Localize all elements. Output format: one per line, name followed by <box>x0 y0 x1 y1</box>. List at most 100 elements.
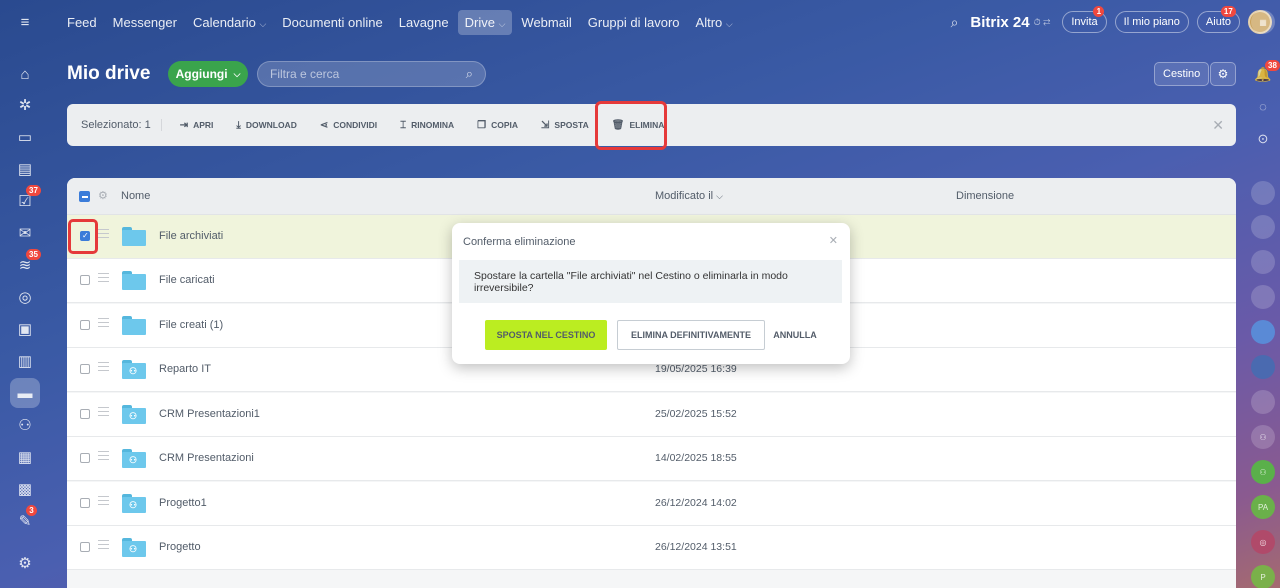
search-chat-icon[interactable]: ⊙ <box>1251 127 1275 151</box>
home-icon[interactable]: ⌂ <box>12 61 38 87</box>
file-name[interactable]: Reparto IT <box>159 363 211 375</box>
search-icon[interactable]: ⌕ <box>951 14 959 31</box>
file-name[interactable]: CRM Presentazioni <box>159 452 254 464</box>
todo-badge: 3 <box>26 505 37 516</box>
nav-drive[interactable]: Drive ⌵ <box>457 9 513 35</box>
cancel-button[interactable]: ANNULLA <box>770 320 820 350</box>
move-to-trash-button[interactable]: SPOSTA NEL CESTINO <box>485 320 607 350</box>
shared-folder-icon: ⚇ <box>122 405 146 424</box>
bell-icon[interactable]: 🔔 38 <box>1251 60 1280 86</box>
file-name[interactable]: File caricati <box>159 274 215 286</box>
table-row[interactable]: ⚇ CRM Presentazioni1 25/02/2025 15:52 <box>67 393 1236 437</box>
nav-feed[interactable]: Feed <box>60 10 104 35</box>
column-modified[interactable]: Modificato il ⌵ <box>655 190 723 202</box>
drag-handle-icon[interactable] <box>98 407 109 416</box>
select-all-checkbox[interactable] <box>79 191 90 202</box>
table-row[interactable]: ⚇ CRM Presentazioni 14/02/2025 18:55 <box>67 437 1236 481</box>
nav-calendar[interactable]: Calendario ⌵ <box>186 10 273 35</box>
row-checkbox[interactable] <box>80 320 90 330</box>
table-row[interactable]: ⚇ Progetto 26/12/2024 13:51 <box>67 526 1236 570</box>
drag-handle-icon[interactable] <box>98 362 109 371</box>
row-checkbox[interactable] <box>80 364 90 374</box>
contact-avatar[interactable] <box>1251 181 1275 205</box>
groups-icon[interactable]: ⚇ <box>12 412 38 438</box>
my-plan-button[interactable]: Il mio piano <box>1114 11 1189 33</box>
file-name[interactable]: File creati (1) <box>159 319 223 331</box>
row-checkbox[interactable] <box>80 453 90 463</box>
drag-handle-icon[interactable] <box>98 229 109 238</box>
help-button[interactable]: Aiuto 17 <box>1196 6 1240 33</box>
drag-handle-icon[interactable] <box>98 496 109 505</box>
contact-avatar[interactable] <box>1251 215 1275 239</box>
close-icon[interactable]: ✕ <box>829 234 838 247</box>
menu-icon[interactable]: ≡ <box>12 9 38 35</box>
chat-icon[interactable]: ▭ <box>12 124 38 150</box>
contact-avatar[interactable] <box>1251 250 1275 274</box>
file-name[interactable]: CRM Presentazioni1 <box>159 408 260 420</box>
download-action[interactable]: ⤓ DOWNLOAD <box>224 120 307 131</box>
booking-icon[interactable]: ▩ <box>12 476 38 502</box>
checkbox-highlight <box>68 219 98 254</box>
share-action[interactable]: ⋖ CONDIVIDI <box>308 120 388 131</box>
search-box[interactable]: ⌕ <box>257 61 486 87</box>
tasks-icon[interactable]: ☑ 37 <box>12 185 41 214</box>
table-row[interactable]: ⚇ Progetto1 26/12/2024 14:02 <box>67 482 1236 526</box>
column-name[interactable]: Nome <box>121 190 150 202</box>
search-input[interactable] <box>270 67 450 81</box>
contact-avatar[interactable] <box>1251 320 1275 344</box>
contact-avatar[interactable] <box>1251 355 1275 379</box>
file-name[interactable]: File archiviati <box>159 230 223 242</box>
open-action[interactable]: ⇥ APRI <box>168 120 225 131</box>
contact-avatar[interactable]: ◎ <box>1251 530 1275 554</box>
nav-boards[interactable]: Lavagne <box>392 10 456 35</box>
invite-button[interactable]: Invita 1 <box>1062 6 1107 33</box>
add-button[interactable]: Aggiungi ⌵ <box>168 61 248 87</box>
file-name[interactable]: Progetto <box>159 541 201 553</box>
app-icon[interactable]: ▦ <box>1251 10 1275 34</box>
knowledge-icon[interactable]: ▥ <box>12 348 38 374</box>
search-icon[interactable]: ⌕ <box>466 66 473 82</box>
drag-handle-icon[interactable] <box>98 540 109 549</box>
row-checkbox[interactable] <box>80 275 90 285</box>
nav-webmail[interactable]: Webmail <box>514 10 578 35</box>
row-checkbox[interactable] <box>80 498 90 508</box>
right-sidebar: ▦ 🔔 38 ◌ ⊙ ⚇ ⚇ PA ◎ P <box>1246 0 1280 588</box>
calendar-icon[interactable]: ▣ <box>12 316 38 342</box>
drag-handle-icon[interactable] <box>98 451 109 460</box>
drive-icon[interactable]: ▬ <box>10 378 40 408</box>
sites-icon[interactable]: ▦ <box>12 444 38 470</box>
copilot-icon[interactable]: ✲ <box>12 92 38 118</box>
contact-avatar[interactable] <box>1251 390 1275 414</box>
crm-icon[interactable]: ◎ <box>12 284 38 310</box>
delete-permanently-button[interactable]: ELIMINA DEFINITIVAMENTE <box>617 320 765 350</box>
mail-icon[interactable]: ✉ <box>12 220 38 246</box>
contact-avatar[interactable] <box>1251 285 1275 309</box>
copilot-icon[interactable]: ◌ <box>1251 94 1275 118</box>
row-checkbox[interactable] <box>80 542 90 552</box>
documents-icon[interactable]: ▤ <box>12 156 38 182</box>
group-avatar[interactable]: ⚇ <box>1251 460 1275 484</box>
drag-handle-icon[interactable] <box>98 273 109 282</box>
move-action[interactable]: ⇲ SPOSTA <box>529 120 600 131</box>
todo-icon[interactable]: ✎ 3 <box>12 505 38 534</box>
drag-handle-icon[interactable] <box>98 318 109 327</box>
contact-avatar-pa[interactable]: PA <box>1251 495 1275 519</box>
add-button-label: Aggiungi <box>175 67 228 81</box>
gear-icon[interactable]: ⚙ <box>1210 62 1236 86</box>
column-size[interactable]: Dimensione <box>956 190 1014 202</box>
gear-icon[interactable]: ⚙ <box>98 189 108 202</box>
nav-messenger[interactable]: Messenger <box>106 10 184 35</box>
rename-action[interactable]: ⌶ RINOMINA <box>388 120 465 131</box>
settings-icon[interactable]: ⚙ <box>12 550 38 576</box>
nav-workgroups[interactable]: Gruppi di lavoro <box>581 10 687 35</box>
trash-button[interactable]: Cestino <box>1154 62 1210 86</box>
nav-online-docs[interactable]: Documenti online <box>275 10 389 35</box>
row-checkbox[interactable] <box>80 409 90 419</box>
feed-icon[interactable]: ≋ 35 <box>12 249 41 278</box>
copy-action[interactable]: ❐ COPIA <box>465 120 529 131</box>
close-icon[interactable]: ✕ <box>1212 117 1224 134</box>
group-avatar[interactable]: ⚇ <box>1251 425 1275 449</box>
contact-avatar-p[interactable]: P <box>1251 565 1275 588</box>
nav-more[interactable]: Altro ⌵ <box>689 10 740 35</box>
file-name[interactable]: Progetto1 <box>159 497 207 509</box>
